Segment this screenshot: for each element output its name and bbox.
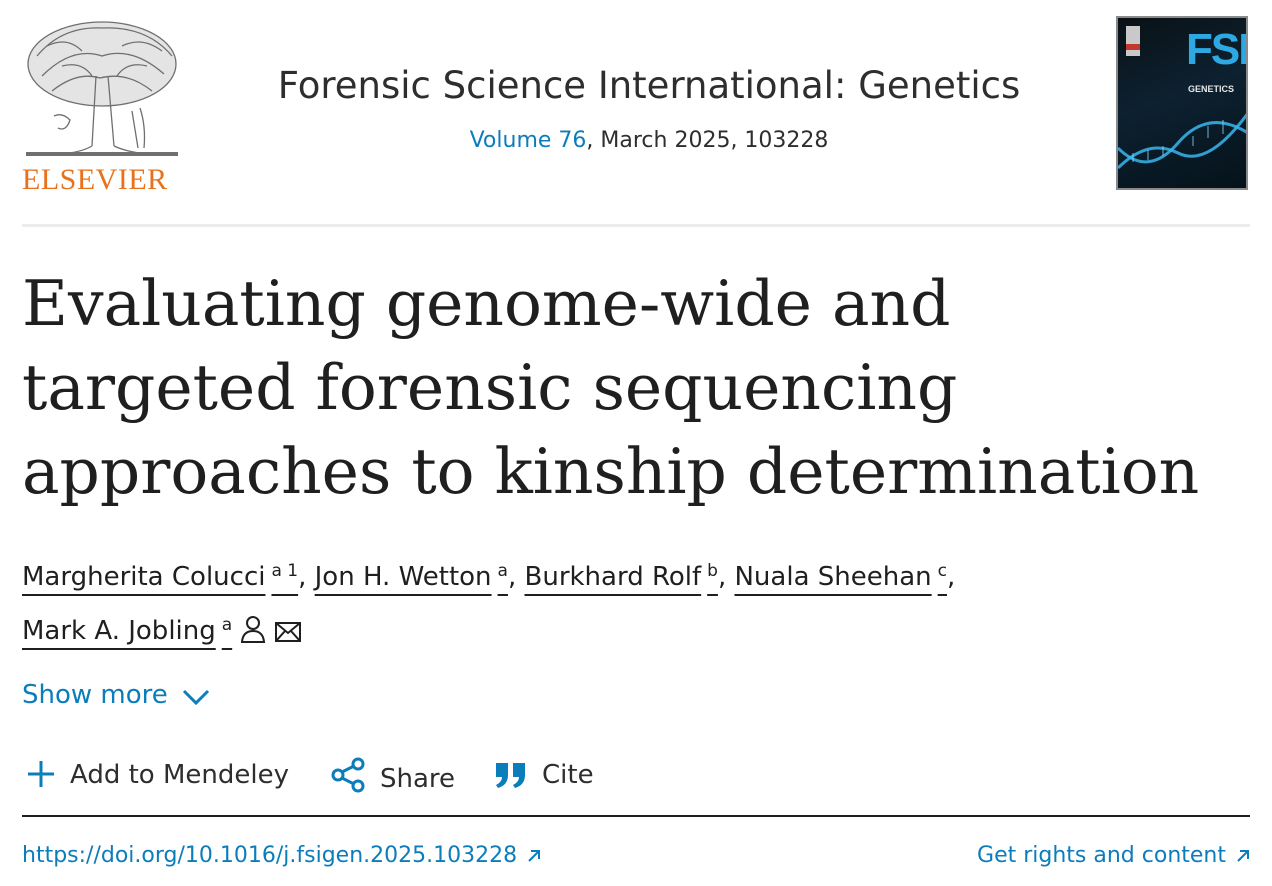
toolbar-divider xyxy=(22,815,1250,817)
add-to-mendeley-button[interactable]: Add to Mendeley xyxy=(26,757,289,793)
share-icon xyxy=(331,757,365,793)
external-link-icon xyxy=(1237,850,1249,862)
author-list: Margherita Colucci a 1, Jon H. Wetton a, B… xyxy=(22,547,1122,655)
author-name: Margherita Colucci xyxy=(22,562,266,592)
show-more-button[interactable]: Show more xyxy=(22,677,210,713)
chevron-down-icon xyxy=(182,689,209,706)
author-link[interactable]: Margherita Colucci a 1 xyxy=(22,561,299,592)
author-name: Burkhard Rolf xyxy=(524,562,702,592)
author-separator: , xyxy=(717,562,727,592)
cite-label: Cite xyxy=(542,760,594,790)
doi-text: https://doi.org/10.1016/j.fsigen.2025.10… xyxy=(22,843,518,868)
dna-helix-icon xyxy=(1118,113,1246,170)
share-button[interactable]: Share xyxy=(330,757,455,797)
author-affiliation: a 1 xyxy=(271,561,299,581)
article-title: Evaluating genome-wide and targeted fore… xyxy=(22,267,1200,508)
author-affiliation: a xyxy=(497,561,508,581)
volume-link[interactable]: Volume 76 xyxy=(470,128,587,153)
header-divider xyxy=(22,224,1250,227)
journal-cover-image[interactable]: FSI GENETICS xyxy=(1116,16,1248,190)
quote-icon xyxy=(496,763,525,788)
share-label: Share xyxy=(380,764,456,794)
author-separator: , xyxy=(507,562,517,592)
issue-details: , March 2025, 103228 xyxy=(586,128,829,153)
author-affiliation: b xyxy=(707,561,718,581)
show-more-label: Show more xyxy=(22,680,168,710)
mendeley-label: Add to Mendeley xyxy=(70,760,289,790)
author-affiliation: a xyxy=(221,615,233,635)
doi-link[interactable]: https://doi.org/10.1016/j.fsigen.2025.10… xyxy=(22,840,541,872)
envelope-icon xyxy=(275,622,302,642)
author-name: Nuala Sheehan xyxy=(734,562,932,592)
author-link[interactable]: Burkhard Rolf b xyxy=(524,561,718,592)
rights-text: Get rights and content xyxy=(977,843,1226,868)
author-link[interactable]: Mark A. Jobling a xyxy=(22,615,302,646)
person-icon xyxy=(241,616,266,643)
author-affiliation: c xyxy=(937,561,947,581)
rights-link[interactable]: Get rights and content xyxy=(977,840,1250,872)
plus-icon xyxy=(28,761,54,787)
author-link[interactable]: Jon H. Wetton a xyxy=(314,561,508,592)
publisher-wordmark: ELSEVIER xyxy=(22,163,168,196)
author-name: Jon H. Wetton xyxy=(314,562,492,592)
author-link[interactable]: Nuala Sheehan c xyxy=(734,561,947,592)
author-name: Mark A. Jobling xyxy=(22,616,216,646)
cite-button[interactable]: Cite xyxy=(494,757,594,793)
issue-info: Volume 76, March 2025, 103228 xyxy=(0,126,1272,156)
journal-title[interactable]: Forensic Science International: Genetics xyxy=(0,62,1272,110)
author-separator: , xyxy=(947,562,956,592)
external-link-icon xyxy=(528,850,541,862)
author-separator: , xyxy=(298,562,307,592)
